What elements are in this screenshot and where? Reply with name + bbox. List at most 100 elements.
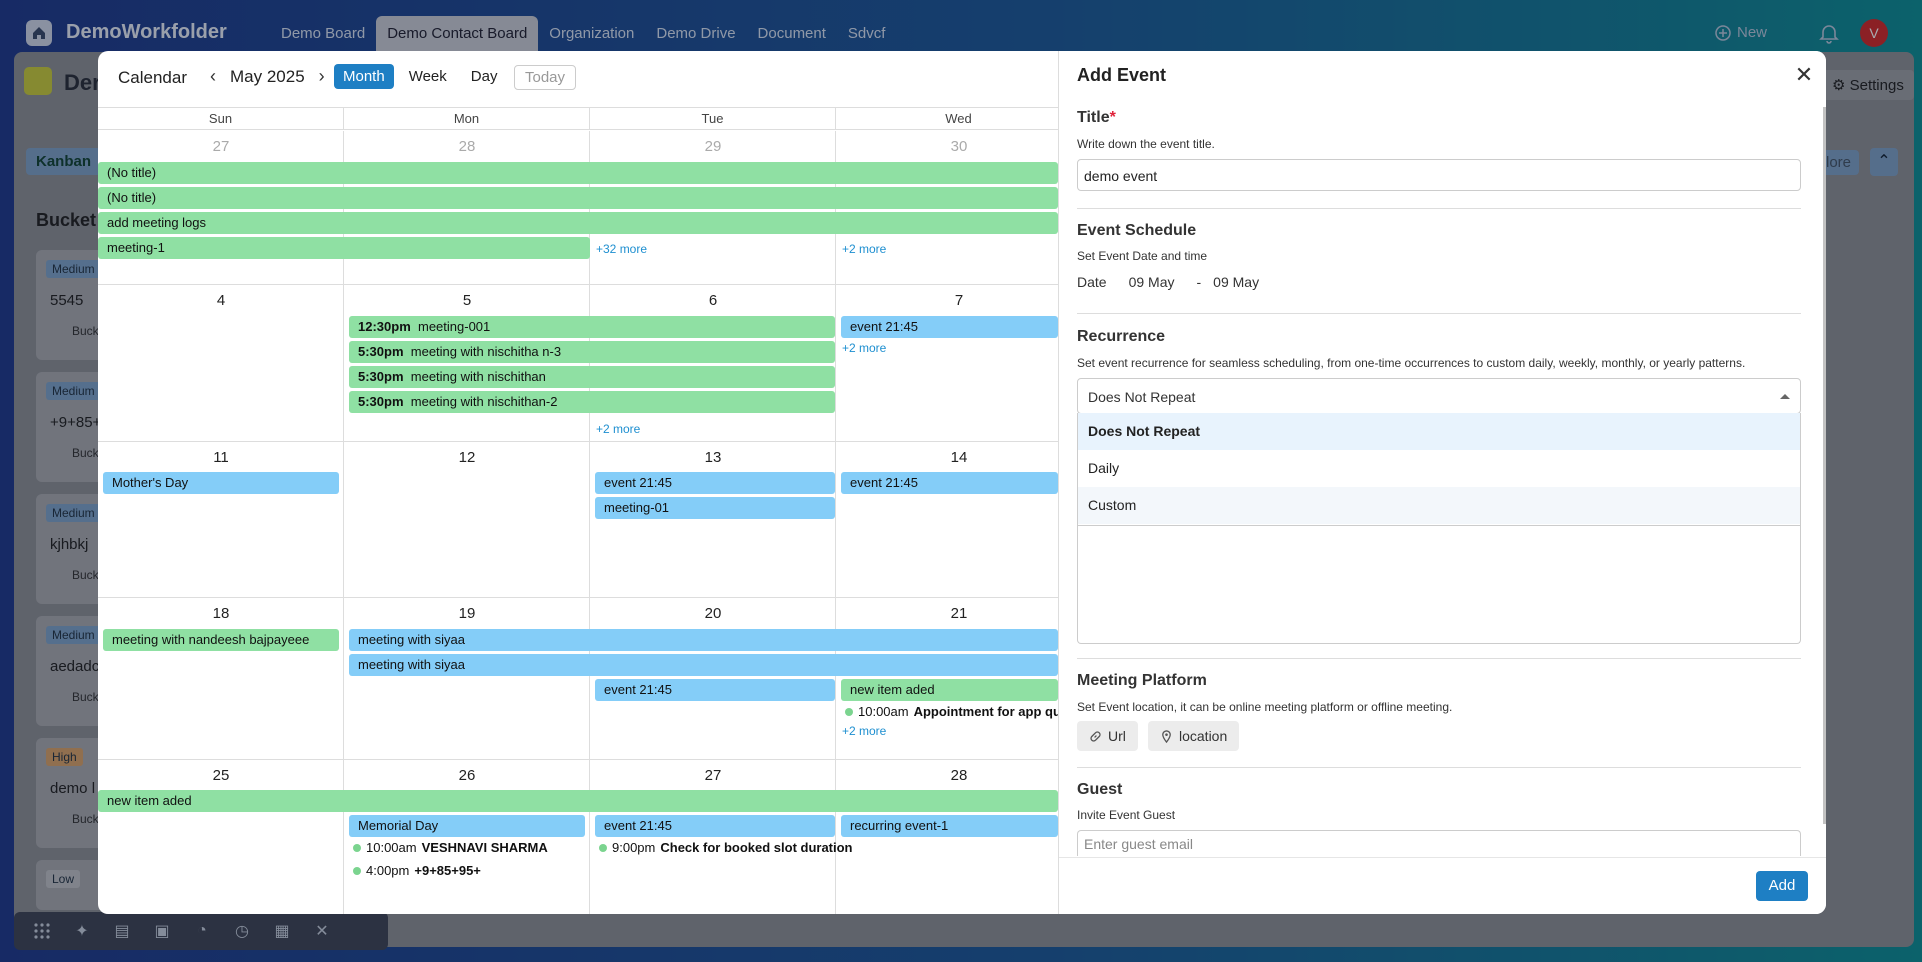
- view-week-button[interactable]: Week: [400, 64, 456, 89]
- month-grid: Sun Mon Tue Wed 27 28 29 30 (No title) (…: [98, 107, 1082, 914]
- more-link[interactable]: +32 more: [596, 242, 647, 256]
- date-from[interactable]: 09 May: [1129, 274, 1175, 290]
- divider: [1077, 313, 1801, 314]
- option-custom[interactable]: Custom: [1078, 487, 1800, 524]
- guest-email-input[interactable]: Enter guest email: [1077, 830, 1801, 856]
- location-button[interactable]: location: [1148, 721, 1240, 751]
- day-cell[interactable]: 13: [590, 442, 836, 597]
- url-button[interactable]: Url: [1077, 721, 1138, 751]
- schedule-label: Event Schedule: [1077, 222, 1197, 239]
- event-time: 5:30pm: [358, 394, 404, 409]
- day-cell[interactable]: 4: [98, 285, 344, 441]
- calendar-modal: Calendar ‹ May 2025 › Month Week Day Tod…: [98, 51, 1826, 914]
- event-bar[interactable]: event 21:45: [595, 815, 835, 837]
- footer-divider: [1059, 857, 1826, 858]
- scrollbar-thumb[interactable]: [1823, 107, 1826, 824]
- event-time: 10:00am: [366, 840, 417, 855]
- day-number: 4: [216, 292, 226, 309]
- day-cell[interactable]: 27: [590, 760, 836, 914]
- view-month-button[interactable]: Month: [334, 64, 394, 89]
- date-separator: -: [1196, 274, 1202, 290]
- event-bar[interactable]: 12:30pm meeting-001: [349, 316, 835, 338]
- event-bar[interactable]: Memorial Day: [349, 815, 585, 837]
- event-bar[interactable]: (No title): [98, 187, 1058, 209]
- more-link[interactable]: +2 more: [842, 724, 886, 738]
- day-cell[interactable]: 5: [344, 285, 590, 441]
- caret-up-icon: [1780, 394, 1790, 399]
- event-bar[interactable]: new item aded: [98, 790, 1058, 812]
- month-navigation: ‹ May 2025 ›: [206, 66, 329, 87]
- add-button[interactable]: Add: [1756, 871, 1808, 901]
- today-button[interactable]: Today: [514, 65, 577, 90]
- dot-event[interactable]: 10:00am Appointment for app query: [845, 704, 1080, 719]
- day-number: 20: [704, 605, 722, 622]
- event-bar[interactable]: new item aded: [841, 679, 1058, 701]
- recurrence-custom-area: [1077, 525, 1801, 644]
- event-time: 9:00pm: [612, 840, 656, 855]
- more-link[interactable]: +2 more: [596, 422, 640, 436]
- event-title: meeting with nischithan-2: [410, 394, 558, 409]
- more-link[interactable]: +2 more: [842, 242, 886, 256]
- event-time: 5:30pm: [358, 369, 404, 384]
- event-bar[interactable]: recurring event-1: [841, 815, 1058, 837]
- day-cell[interactable]: 7: [836, 285, 1082, 441]
- chevron-right-icon[interactable]: ›: [315, 66, 329, 87]
- day-cell[interactable]: 18: [98, 598, 344, 759]
- week-row: 11 12 13 14 Mother's Day event 21:45 mee…: [98, 442, 1082, 598]
- event-bar[interactable]: (No title): [98, 162, 1058, 184]
- event-bar[interactable]: meeting-1: [98, 237, 590, 259]
- day-cell[interactable]: 28: [836, 760, 1082, 914]
- day-cell[interactable]: 6: [590, 285, 836, 441]
- option-does-not-repeat[interactable]: Does Not Repeat: [1078, 413, 1800, 450]
- title-label: Title*: [1077, 109, 1116, 127]
- panel-title: Add Event: [1077, 65, 1167, 85]
- option-daily[interactable]: Daily: [1078, 450, 1800, 487]
- dot-event[interactable]: 10:00am VESHNAVI SHARMA: [353, 840, 548, 855]
- day-cell[interactable]: 12: [344, 442, 590, 597]
- day-number: 11: [213, 449, 229, 466]
- event-bar[interactable]: Mother's Day: [103, 472, 339, 494]
- event-bar[interactable]: meeting with nandeesh bajpayeee: [103, 629, 339, 651]
- day-number: 6: [708, 292, 718, 309]
- dow-tue: Tue: [590, 108, 836, 130]
- day-cell[interactable]: 11: [98, 442, 344, 597]
- event-bar[interactable]: event 21:45: [841, 316, 1058, 338]
- event-bar[interactable]: 5:30pm meeting with nischithan-2: [349, 391, 835, 413]
- event-bar[interactable]: event 21:45: [595, 472, 835, 494]
- event-dot: [353, 866, 361, 875]
- chevron-left-icon[interactable]: ‹: [206, 66, 220, 87]
- event-bar[interactable]: meeting-01: [595, 497, 835, 519]
- day-cell[interactable]: 19: [344, 598, 590, 759]
- event-bar[interactable]: 5:30pm meeting with nischitha n-3: [349, 341, 835, 363]
- day-number: 7: [954, 292, 964, 309]
- platform-label: Meeting Platform: [1077, 672, 1207, 689]
- day-number: 28: [458, 138, 476, 155]
- dow-sun: Sun: [98, 108, 344, 130]
- view-switcher: Month Week Day: [334, 64, 506, 89]
- day-number: 5: [462, 292, 472, 309]
- close-icon[interactable]: ✕: [1792, 63, 1816, 87]
- day-cell[interactable]: 14: [836, 442, 1082, 597]
- view-day-button[interactable]: Day: [462, 64, 507, 89]
- day-cell[interactable]: 25: [98, 760, 344, 914]
- event-title: meeting with nischitha n-3: [410, 344, 562, 359]
- url-label: Url: [1108, 728, 1126, 744]
- dow-wed: Wed: [836, 108, 1082, 130]
- event-bar[interactable]: meeting with siyaa: [349, 629, 1058, 651]
- event-bar[interactable]: 5:30pm meeting with nischithan: [349, 366, 835, 388]
- day-number: 28: [950, 767, 968, 784]
- week-row: 4 5 6 7 12:30pm meeting-001 5:30pm meeti…: [98, 285, 1082, 442]
- link-icon: [1090, 730, 1101, 742]
- event-bar[interactable]: event 21:45: [841, 472, 1058, 494]
- event-bar[interactable]: add meeting logs: [98, 212, 1058, 234]
- event-bar[interactable]: event 21:45: [595, 679, 835, 701]
- dot-event[interactable]: 4:00pm +9+85+95+: [353, 863, 481, 878]
- recurrence-dropdown: Does Not Repeat Daily Custom: [1077, 413, 1801, 526]
- more-link[interactable]: +2 more: [842, 341, 886, 355]
- dot-event[interactable]: 9:00pm Check for booked slot duration: [599, 840, 853, 855]
- title-input[interactable]: demo event: [1077, 159, 1801, 191]
- event-bar[interactable]: meeting with siyaa: [349, 654, 1058, 676]
- date-to[interactable]: 09 May: [1213, 274, 1259, 290]
- day-cell[interactable]: 26: [344, 760, 590, 914]
- recurrence-select[interactable]: Does Not Repeat: [1077, 378, 1801, 414]
